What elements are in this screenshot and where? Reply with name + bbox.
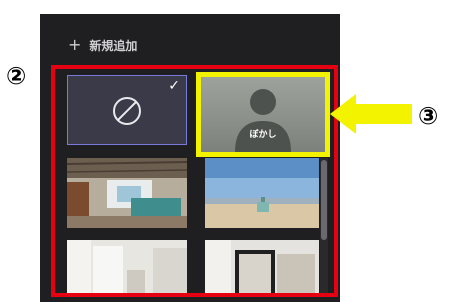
callout-arrow-icon: [330, 94, 412, 134]
add-new-label: 新規追加: [89, 38, 138, 53]
blur-option-highlight: [196, 72, 330, 157]
add-new-button[interactable]: + 新規追加: [68, 36, 137, 54]
marker-2: ②: [6, 62, 27, 90]
marker-3: ③: [418, 102, 439, 130]
plus-icon: +: [68, 35, 82, 54]
